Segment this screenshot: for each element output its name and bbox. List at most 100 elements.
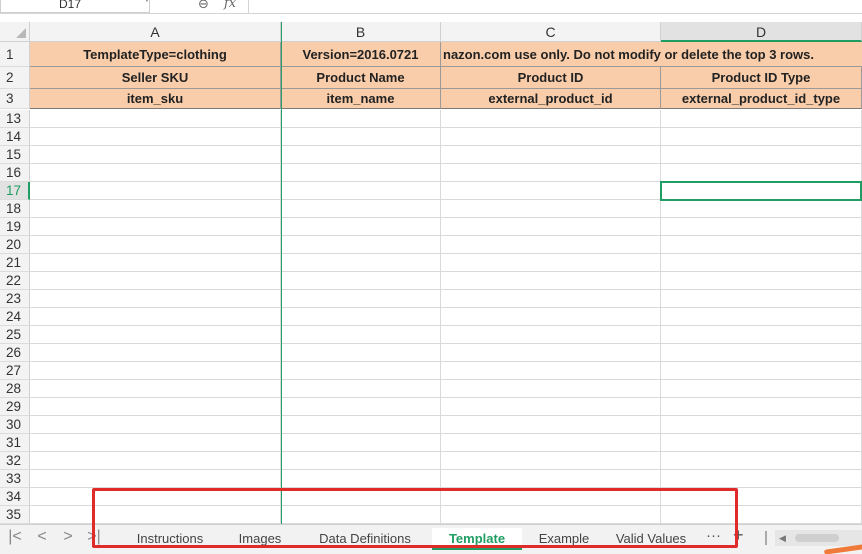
- tab-valid-values[interactable]: Valid Values: [608, 528, 694, 550]
- cell-b3[interactable]: item_name: [281, 89, 441, 109]
- cell-d13[interactable]: [661, 110, 862, 128]
- cell-a23[interactable]: [30, 290, 281, 308]
- cell-d27[interactable]: [661, 362, 862, 380]
- cell-c30[interactable]: [441, 416, 661, 434]
- prev-sheet-icon[interactable]: <: [35, 528, 49, 546]
- cell-c13[interactable]: [441, 110, 661, 128]
- cell-b15[interactable]: [281, 146, 441, 164]
- cell-a32[interactable]: [30, 452, 281, 470]
- name-box[interactable]: D17 ▼: [0, 0, 151, 13]
- cell-a33[interactable]: [30, 470, 281, 488]
- cell-a20[interactable]: [30, 236, 281, 254]
- cell-b20[interactable]: [281, 236, 441, 254]
- cell-d32[interactable]: [661, 452, 862, 470]
- first-sheet-icon[interactable]: |<: [8, 528, 22, 546]
- cell-b21[interactable]: [281, 254, 441, 272]
- cell-d33[interactable]: [661, 470, 862, 488]
- cell-b24[interactable]: [281, 308, 441, 326]
- cell-b17[interactable]: [281, 182, 441, 200]
- next-sheet-icon[interactable]: >: [61, 528, 75, 546]
- cell-b19[interactable]: [281, 218, 441, 236]
- cell-b22[interactable]: [281, 272, 441, 290]
- row-header-14[interactable]: 14: [0, 128, 30, 146]
- cell-d28[interactable]: [661, 380, 862, 398]
- cell-b13[interactable]: [281, 110, 441, 128]
- cell-c33[interactable]: [441, 470, 661, 488]
- cell-b28[interactable]: [281, 380, 441, 398]
- row-header-25[interactable]: 25: [0, 326, 30, 344]
- cell-c21[interactable]: [441, 254, 661, 272]
- tab-example[interactable]: Example: [530, 528, 598, 550]
- tab-instructions[interactable]: Instructions: [126, 528, 214, 550]
- cell-a19[interactable]: [30, 218, 281, 236]
- cell-c23[interactable]: [441, 290, 661, 308]
- row-header-27[interactable]: 27: [0, 362, 30, 380]
- tab-data-definitions[interactable]: Data Definitions: [308, 528, 422, 550]
- cell-b16[interactable]: [281, 164, 441, 182]
- cell-a24[interactable]: [30, 308, 281, 326]
- cell-d20[interactable]: [661, 236, 862, 254]
- cell-d29[interactable]: [661, 398, 862, 416]
- cell-b35[interactable]: [281, 506, 441, 524]
- cell-a15[interactable]: [30, 146, 281, 164]
- last-sheet-icon[interactable]: >|: [87, 528, 101, 546]
- cell-c29[interactable]: [441, 398, 661, 416]
- cell-c16[interactable]: [441, 164, 661, 182]
- cell-d35[interactable]: [661, 506, 862, 524]
- cell-b2[interactable]: Product Name: [281, 67, 441, 89]
- cell-a27[interactable]: [30, 362, 281, 380]
- cell-c18[interactable]: [441, 200, 661, 218]
- cell-c1[interactable]: nazon.com use only. Do not modify or del…: [441, 42, 862, 67]
- cell-b30[interactable]: [281, 416, 441, 434]
- cell-b29[interactable]: [281, 398, 441, 416]
- cell-b34[interactable]: [281, 488, 441, 506]
- cell-a34[interactable]: [30, 488, 281, 506]
- cell-d15[interactable]: [661, 146, 862, 164]
- cell-c24[interactable]: [441, 308, 661, 326]
- row-header-23[interactable]: 23: [0, 290, 30, 308]
- row-header-16[interactable]: 16: [0, 164, 30, 182]
- column-header-b[interactable]: B: [281, 22, 441, 42]
- row-header-30[interactable]: 30: [0, 416, 30, 434]
- row-header-21[interactable]: 21: [0, 254, 30, 272]
- cell-d18[interactable]: [661, 200, 862, 218]
- cell-d21[interactable]: [661, 254, 862, 272]
- cell-a26[interactable]: [30, 344, 281, 362]
- cell-c3[interactable]: external_product_id: [441, 89, 661, 109]
- row-header-33[interactable]: 33: [0, 470, 30, 488]
- column-header-a[interactable]: A: [30, 22, 281, 42]
- zoom-icon[interactable]: ⊖: [198, 0, 209, 12]
- cell-b18[interactable]: [281, 200, 441, 218]
- cell-d23[interactable]: [661, 290, 862, 308]
- cell-a2[interactable]: Seller SKU: [30, 67, 281, 89]
- cell-a25[interactable]: [30, 326, 281, 344]
- scrollbar-thumb[interactable]: [795, 534, 839, 542]
- tab-template[interactable]: Template: [432, 528, 522, 550]
- row-header-15[interactable]: 15: [0, 146, 30, 164]
- cell-d34[interactable]: [661, 488, 862, 506]
- cell-c32[interactable]: [441, 452, 661, 470]
- row-header-26[interactable]: 26: [0, 344, 30, 362]
- cell-b27[interactable]: [281, 362, 441, 380]
- cell-b14[interactable]: [281, 128, 441, 146]
- select-all-corner[interactable]: [0, 22, 30, 42]
- cell-d26[interactable]: [661, 344, 862, 362]
- cell-a35[interactable]: [30, 506, 281, 524]
- row-header-17[interactable]: 17: [0, 182, 30, 200]
- cell-c26[interactable]: [441, 344, 661, 362]
- fx-icon[interactable]: fx: [224, 0, 236, 11]
- cell-d24[interactable]: [661, 308, 862, 326]
- add-sheet-icon[interactable]: +: [733, 525, 744, 546]
- row-header-1[interactable]: 1: [0, 42, 30, 67]
- cell-c25[interactable]: [441, 326, 661, 344]
- row-header-35[interactable]: 35: [0, 506, 30, 524]
- cell-d19[interactable]: [661, 218, 862, 236]
- cell-a18[interactable]: [30, 200, 281, 218]
- cell-a31[interactable]: [30, 434, 281, 452]
- active-cell-d17[interactable]: [660, 181, 862, 201]
- cell-d16[interactable]: [661, 164, 862, 182]
- cell-b26[interactable]: [281, 344, 441, 362]
- row-header-24[interactable]: 24: [0, 308, 30, 326]
- row-header-19[interactable]: 19: [0, 218, 30, 236]
- cell-c14[interactable]: [441, 128, 661, 146]
